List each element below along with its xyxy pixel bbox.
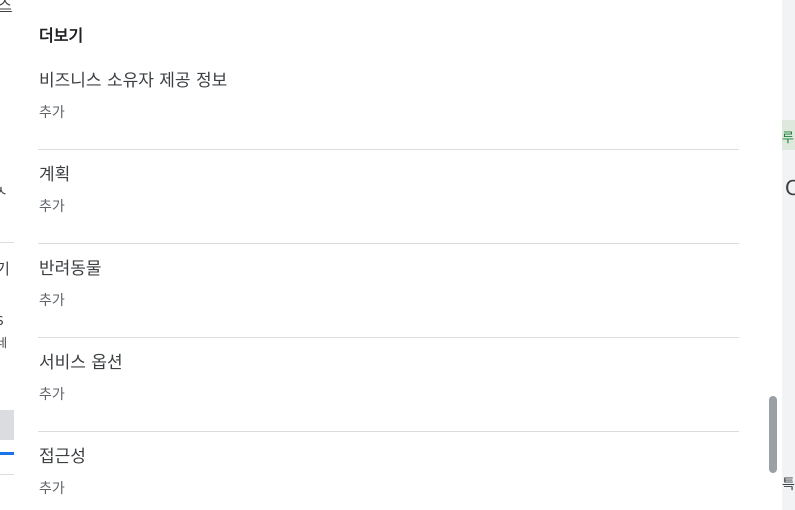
background-divider <box>0 242 14 243</box>
attribute-name: 서비스 옵션 <box>39 353 123 373</box>
section-title: 더보기 <box>39 26 84 45</box>
attribute-item-pets[interactable]: 반려동물 추가 <box>38 244 739 338</box>
more-info-dialog: 더보기 비즈니스 소유자 제공 정보 추가 계획 추가 반려동물 추가 서비스 … <box>14 0 766 510</box>
background-fragment: ㅅ <box>0 182 8 200</box>
scrollbar-thumb[interactable] <box>769 396 777 473</box>
attribute-item-accessibility[interactable]: 접근성 추가 <box>38 432 739 510</box>
background-page-left: 스 ㅅ 기 S 네 <box>0 0 14 510</box>
attribute-add-link[interactable]: 추가 <box>39 478 65 498</box>
background-fragment: S <box>0 314 4 328</box>
background-fragment: C <box>785 176 795 200</box>
background-fragment: 스 <box>0 0 12 14</box>
attribute-add-link[interactable]: 추가 <box>39 196 65 216</box>
attribute-add-link[interactable]: 추가 <box>39 290 65 310</box>
attribute-add-link[interactable]: 추가 <box>39 102 65 122</box>
background-fragment: 루 <box>782 131 794 146</box>
attribute-name: 반려동물 <box>39 259 102 279</box>
attribute-name: 비즈니스 소유자 제공 정보 <box>39 71 228 91</box>
background-divider <box>0 474 14 475</box>
background-fragment: 기 <box>0 260 10 278</box>
attribute-item-service-options[interactable]: 서비스 옵션 추가 <box>38 338 739 432</box>
attribute-name: 계획 <box>39 165 71 185</box>
attribute-item-planning[interactable]: 계획 추가 <box>38 150 739 244</box>
scrollbar-track[interactable] <box>766 0 782 510</box>
attribute-list: 비즈니스 소유자 제공 정보 추가 계획 추가 반려동물 추가 서비스 옵션 추… <box>38 56 739 510</box>
background-block <box>0 410 14 440</box>
background-fragment: 특 <box>782 477 795 493</box>
background-tab-underline <box>0 452 14 455</box>
background-page-right: 루 C 특 <box>782 0 795 510</box>
background-fragment: 네 <box>0 336 8 350</box>
attribute-item-business-owner-info[interactable]: 비즈니스 소유자 제공 정보 추가 <box>38 56 739 150</box>
attribute-add-link[interactable]: 추가 <box>39 384 65 404</box>
attribute-name: 접근성 <box>39 447 86 467</box>
